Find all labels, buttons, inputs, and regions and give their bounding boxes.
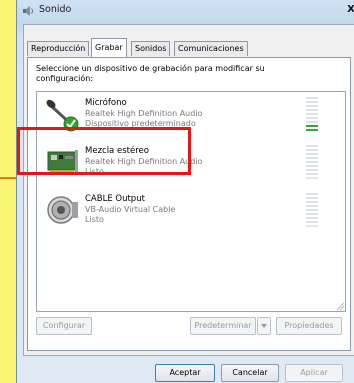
close-button[interactable]: X <box>339 2 354 18</box>
title-bar: Sonido X <box>17 0 354 22</box>
ok-button[interactable]: Aceptar <box>155 364 215 382</box>
level-meter <box>306 97 318 133</box>
apply-button[interactable]: Aplicar <box>285 364 343 382</box>
recording-tab-page: Seleccione un dispositivo de grabación p… <box>27 57 351 351</box>
level-meter <box>306 193 318 229</box>
recording-device-list[interactable]: Micrófono Realtek High Definition Audio … <box>36 91 346 312</box>
instruction-text: Seleccione un dispositivo de grabación p… <box>36 64 265 83</box>
set-default-button[interactable]: Predeterminar <box>190 317 256 335</box>
cancel-button[interactable]: Cancelar <box>221 364 279 382</box>
dialog-client-area: Reproducción Grabar Sonidos Comunicacion… <box>23 24 354 356</box>
speaker-icon <box>47 196 78 224</box>
desktop-background <box>0 0 16 383</box>
device-driver: VB-Audio Virtual Cable <box>85 205 176 214</box>
list-item-cable-output[interactable]: CABLE Output VB-Audio Virtual Cable List… <box>37 190 337 238</box>
set-default-dropdown[interactable] <box>257 317 271 335</box>
level-meter <box>306 145 318 181</box>
device-name: Micrófono <box>85 98 127 108</box>
tab-reproduccion[interactable]: Reproducción <box>27 41 90 56</box>
device-status: Listo <box>85 215 104 224</box>
properties-button[interactable]: Propiedades <box>276 317 342 335</box>
tab-comunicaciones[interactable]: Comunicaciones <box>174 41 248 56</box>
annotation-highlight-box <box>17 127 191 175</box>
speaker-icon <box>23 6 33 16</box>
chevron-down-icon <box>261 324 267 328</box>
resize-grip-icon <box>336 302 345 311</box>
configure-button[interactable]: Configurar <box>36 317 92 335</box>
tab-sonidos[interactable]: Sonidos <box>131 41 171 56</box>
device-driver: Realtek High Definition Audio <box>85 109 203 118</box>
device-name: CABLE Output <box>85 194 145 204</box>
window-title: Sonido <box>39 4 72 15</box>
sound-dialog: Sonido X Reproducción Grabar Sonidos Com… <box>16 0 354 383</box>
tab-grabar[interactable]: Grabar <box>91 38 127 57</box>
